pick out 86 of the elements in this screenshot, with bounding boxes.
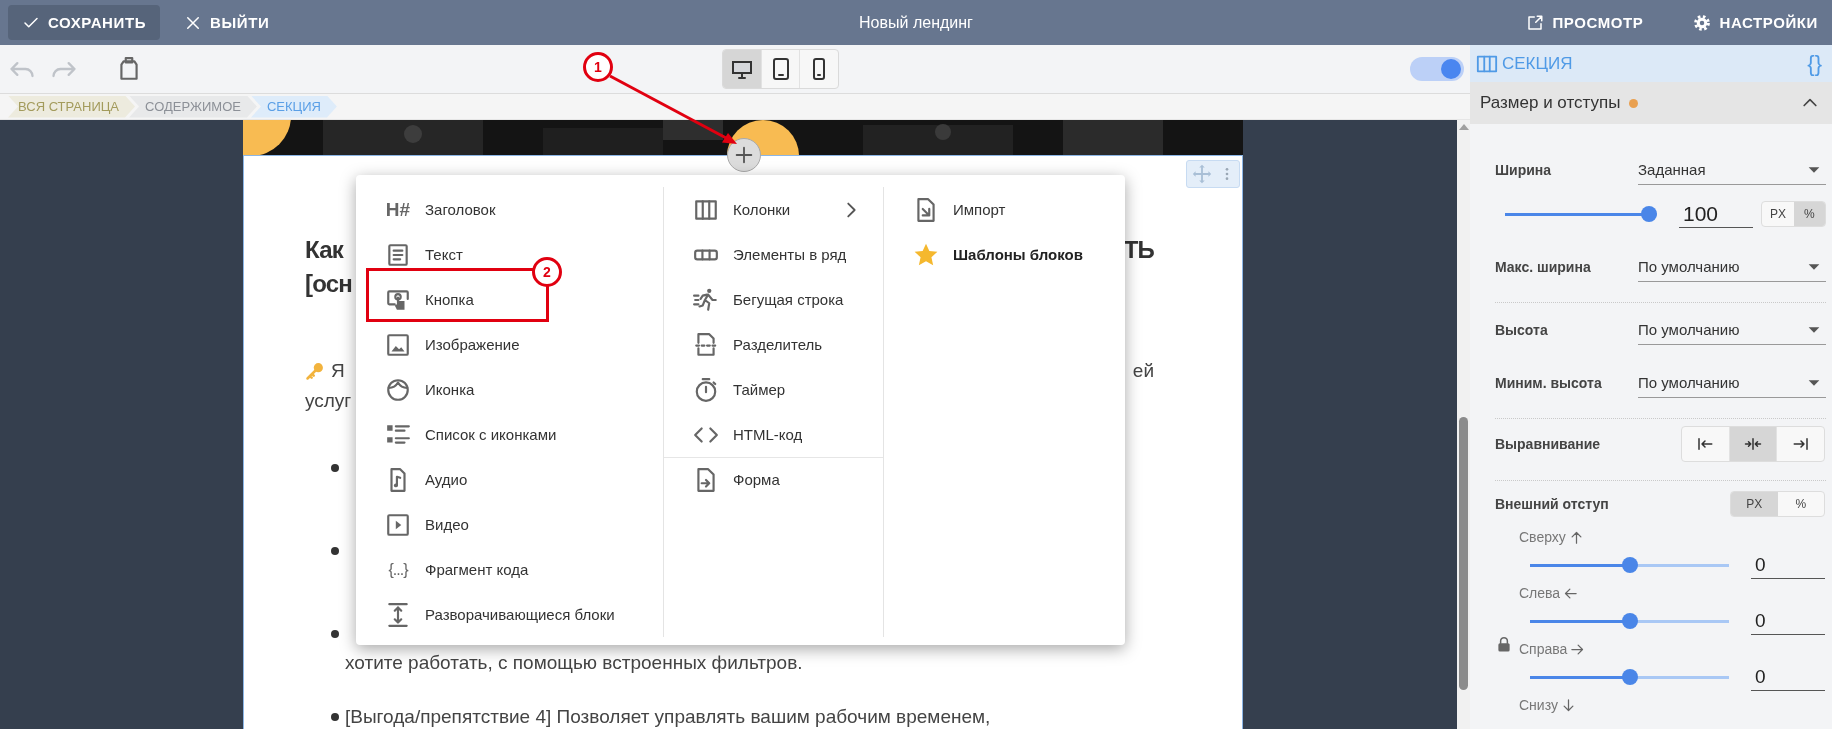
- head-icon: [385, 376, 411, 403]
- menu-item[interactable]: Аудио: [385, 457, 468, 502]
- menu-item[interactable]: Таймер: [693, 367, 786, 412]
- settings-button[interactable]: НАСТРОЙКИ: [1679, 5, 1832, 40]
- braces-icon: {...}: [388, 560, 408, 579]
- menu-item[interactable]: Импорт: [913, 187, 1006, 232]
- panel-title: СЕКЦИЯ: [1502, 53, 1573, 74]
- unit-button[interactable]: PX: [1762, 202, 1794, 226]
- menu-item[interactable]: Разворачивающиеся блоки: [385, 592, 615, 637]
- bullet: [331, 547, 339, 555]
- menu-item[interactable]: Список с иконками: [385, 412, 557, 457]
- paragraph-text: Я: [331, 359, 345, 383]
- menu-item[interactable]: Бегущая строка: [693, 277, 844, 322]
- dropdown[interactable]: По умолчанию: [1638, 252, 1826, 282]
- input-field[interactable]: 100: [1679, 200, 1754, 228]
- image-icon: [385, 331, 411, 358]
- bullet: [331, 713, 339, 721]
- field-label: Макс. ширина: [1495, 259, 1592, 275]
- bullet: [331, 464, 339, 472]
- paragraph-text: услуг: [305, 389, 352, 413]
- running-person-icon: [693, 286, 719, 313]
- plus-icon: [733, 144, 755, 166]
- exit-button[interactable]: ВЫЙТИ: [170, 5, 284, 40]
- save-button[interactable]: СОХРАНИТЬ: [8, 5, 161, 40]
- slider-thumb[interactable]: [1621, 613, 1638, 629]
- menu-item[interactable]: Иконка: [385, 367, 475, 412]
- section-header[interactable]: Размер и отступы: [1470, 82, 1832, 124]
- heading-text: Как: [305, 235, 345, 265]
- heading-text: [осн: [305, 269, 352, 299]
- menu-item[interactable]: Разделитель: [693, 322, 823, 367]
- bullet: [331, 630, 339, 638]
- menu-item[interactable]: {...} Фрагмент кода: [385, 547, 529, 592]
- input-field[interactable]: 0: [1751, 663, 1825, 691]
- menu-item[interactable]: Элементы в ряд: [693, 232, 847, 277]
- field-label: Миним. высота: [1495, 375, 1603, 391]
- heading-icon: H#: [385, 198, 411, 221]
- field-label: Высота: [1495, 322, 1549, 338]
- align-button[interactable]: [1728, 427, 1777, 461]
- menu-item[interactable]: H# Заголовок: [385, 187, 496, 232]
- align-center-icon: [1744, 435, 1762, 453]
- unit-button[interactable]: %: [1777, 492, 1824, 516]
- menu-item[interactable]: Текст: [385, 232, 463, 277]
- dashed-line-icon: [693, 331, 719, 358]
- document-icon: [385, 241, 411, 268]
- list-item-text: [Выгода/препятствие 4] Позволяет управлять вашим рабочим временем,: [345, 705, 991, 729]
- paragraph-text: ей: [1132, 359, 1154, 383]
- dropdown[interactable]: По умолчанию: [1638, 315, 1826, 345]
- stopwatch-icon: [693, 376, 719, 403]
- field-label: Внешний отступ: [1495, 496, 1610, 512]
- menu-item[interactable]: Видео: [385, 502, 469, 547]
- dropdown[interactable]: Заданная: [1638, 155, 1826, 185]
- settings-icon: [1693, 13, 1712, 32]
- heading-text: ТЬ: [1123, 235, 1154, 265]
- input-field[interactable]: 0: [1751, 551, 1825, 579]
- menu-item[interactable]: Шаблоны блоков: [913, 232, 1083, 277]
- field-label: Ширина: [1495, 162, 1553, 178]
- external-link-icon: [1526, 13, 1545, 32]
- expand-icon: [385, 601, 411, 628]
- toggle-switch[interactable]: [1410, 57, 1464, 81]
- field-label: Сверху: [1519, 529, 1566, 545]
- window-title: Новый лендинг: [859, 13, 973, 32]
- menu-item[interactable]: Колонки: [693, 187, 863, 232]
- menu-item[interactable]: HTML-код: [693, 412, 803, 457]
- slider-thumb[interactable]: [1641, 206, 1657, 222]
- field-label: Выравнивание: [1495, 436, 1602, 452]
- key-icon: [305, 361, 325, 381]
- unit-button[interactable]: PX: [1731, 492, 1778, 516]
- move-icon: [1191, 163, 1213, 185]
- slider-thumb[interactable]: [1621, 557, 1638, 573]
- desktop-view-button[interactable]: [723, 50, 761, 88]
- field-label: Слева: [1519, 585, 1561, 601]
- list-item-text: хотите работать, с помощью встроенных фильтров.: [345, 651, 803, 675]
- dropdown[interactable]: По умолчанию: [1638, 368, 1826, 398]
- input-field[interactable]: 0: [1751, 607, 1825, 635]
- align-right-icon: [1791, 435, 1810, 453]
- unit-button[interactable]: %: [1793, 202, 1825, 226]
- scrollbar[interactable]: [1457, 120, 1470, 729]
- menu-item[interactable]: Изображение: [385, 322, 520, 367]
- field-label: Справа: [1519, 641, 1568, 657]
- preview-button[interactable]: ПРОСМОТР: [1512, 5, 1658, 40]
- field-label: Снизу: [1519, 697, 1558, 713]
- lock-icon: [1495, 634, 1513, 654]
- section-title: Размер и отступы: [1480, 93, 1621, 113]
- slider-thumb[interactable]: [1621, 669, 1638, 685]
- align-left-icon: [1696, 435, 1715, 453]
- play-icon: [385, 511, 411, 538]
